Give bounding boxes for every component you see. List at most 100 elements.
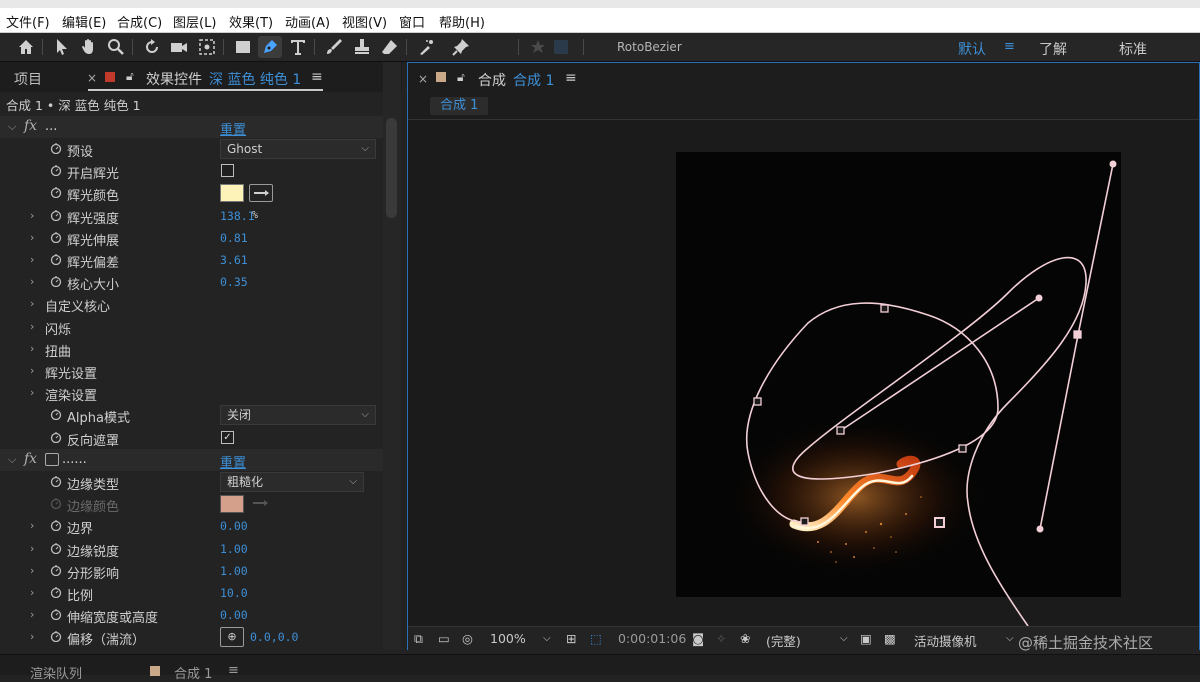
property-row[interactable]: › 伸缩宽度或高度 0.00: [0, 604, 384, 626]
region-of-interest-icon[interactable]: ▣: [860, 631, 872, 646]
menu-file[interactable]: 文件(F): [6, 12, 50, 31]
property-value[interactable]: 0.00: [220, 519, 248, 533]
color-swatch[interactable]: [220, 495, 244, 514]
property-row[interactable]: › 比例 10.0: [0, 582, 384, 604]
chevron-right-icon[interactable]: ›: [30, 253, 34, 266]
close-icon[interactable]: ×: [87, 71, 97, 85]
menu-view[interactable]: 视图(V): [342, 12, 387, 31]
camera-dropdown[interactable]: 活动摄像机: [914, 631, 977, 650]
crosshair-target-icon[interactable]: ⊕: [220, 627, 244, 648]
home-icon[interactable]: [14, 36, 38, 58]
toggle-mask-path-icon[interactable]: ⬚: [590, 631, 602, 646]
chevron-down-icon[interactable]: ⌵: [1006, 633, 1014, 644]
property-row[interactable]: 辉光颜色: [0, 182, 384, 204]
camera-snapshot-icon[interactable]: ◙: [692, 631, 704, 646]
property-value[interactable]: 3.61: [220, 253, 248, 267]
stopwatch-icon[interactable]: [50, 497, 62, 510]
stopwatch-icon[interactable]: [50, 231, 62, 243]
fx-icon[interactable]: fx: [24, 451, 37, 467]
roto-brush-tool-icon[interactable]: [414, 36, 438, 58]
stopwatch-icon[interactable]: [50, 164, 62, 177]
selection-tool-icon[interactable]: [50, 36, 74, 58]
property-row[interactable]: › 辉光强度 138.1%: [0, 205, 384, 227]
resolution-dropdown[interactable]: (完整): [766, 631, 801, 650]
chevron-right-icon[interactable]: ›: [30, 386, 34, 399]
zoom-dropdown[interactable]: 100%: [490, 631, 526, 646]
property-row[interactable]: 预设 Ghost ⌵: [0, 138, 384, 160]
property-row[interactable]: 反向遮罩 ✓: [0, 427, 384, 449]
channels-icon[interactable]: ❀: [740, 631, 750, 646]
stopwatch-icon[interactable]: [50, 542, 62, 554]
fx-icon[interactable]: fx: [24, 118, 37, 134]
chevron-right-icon[interactable]: ›: [30, 608, 34, 621]
chevron-right-icon[interactable]: ›: [30, 564, 34, 577]
reset-button-2[interactable]: 重置: [220, 452, 246, 471]
stopwatch-icon[interactable]: [50, 275, 62, 288]
chevron-right-icon[interactable]: ›: [30, 231, 34, 244]
stopwatch-icon[interactable]: [50, 519, 62, 532]
color-swatch[interactable]: [220, 184, 244, 203]
property-row[interactable]: › 核心大小 0.35: [0, 271, 384, 293]
chevron-right-icon[interactable]: ›: [30, 630, 34, 643]
property-value[interactable]: 138.1: [220, 209, 255, 223]
property-checkbox[interactable]: [221, 164, 234, 178]
rectangle-tool-icon[interactable]: [231, 36, 255, 58]
zoom-tool-icon[interactable]: [104, 36, 128, 58]
grid-icon[interactable]: ⊞: [566, 631, 576, 646]
property-value[interactable]: 0.00: [220, 608, 248, 622]
property-value[interactable]: 10.0: [220, 586, 248, 600]
tab-effect-controls-layer[interactable]: 深 蓝色 纯色 1: [209, 69, 301, 89]
puppet-pin-tool-icon[interactable]: [449, 36, 473, 58]
hand-tool-icon[interactable]: [77, 36, 101, 58]
property-row[interactable]: 开启辉光: [0, 160, 384, 182]
chevron-down-icon[interactable]: ⌵: [840, 633, 848, 644]
stopwatch-icon[interactable]: [50, 586, 62, 598]
tab-render-queue[interactable]: 渲染队列: [30, 663, 82, 682]
scrollbar-thumb[interactable]: [386, 118, 397, 218]
stopwatch-icon[interactable]: [50, 608, 62, 621]
tab-effect-controls[interactable]: 效果控件: [146, 69, 202, 89]
chevron-right-icon[interactable]: ›: [30, 209, 34, 222]
chevron-right-icon[interactable]: ›: [30, 542, 34, 555]
chevron-right-icon[interactable]: ›: [30, 275, 34, 288]
snapshot-icon[interactable]: ⧉: [414, 631, 423, 647]
property-row[interactable]: › 辉光偏差 3.61: [0, 249, 384, 271]
property-dropdown[interactable]: Ghost ⌵: [220, 139, 376, 159]
pan-behind-tool-icon[interactable]: [195, 36, 219, 58]
lock-icon[interactable]: 🔓︎: [126, 69, 134, 84]
camera-tool-icon[interactable]: [167, 36, 191, 58]
mask-path-overlay[interactable]: [408, 63, 1199, 626]
property-value[interactable]: 1.00: [220, 564, 248, 578]
chevron-right-icon[interactable]: ›: [30, 342, 34, 355]
workspace-menu-icon[interactable]: ≡: [1004, 39, 1015, 54]
property-row[interactable]: 边缘类型 粗糙化 ⌵: [0, 471, 384, 493]
menu-animation[interactable]: 动画(A): [285, 12, 330, 31]
property-row[interactable]: › 辉光设置: [0, 360, 384, 382]
menu-help[interactable]: 帮助(H): [439, 12, 485, 31]
property-row[interactable]: › 分形影响 1.00: [0, 560, 384, 582]
property-row[interactable]: › 渲染设置: [0, 382, 384, 404]
pen-tool-icon[interactable]: [258, 36, 282, 58]
menu-edit[interactable]: 编辑(E): [62, 12, 106, 31]
property-row[interactable]: › 闪烁: [0, 316, 384, 338]
chevron-down-icon[interactable]: ⌵: [8, 453, 16, 467]
tab-project[interactable]: 项目: [14, 69, 42, 89]
monitor-icon[interactable]: ▭: [438, 631, 450, 646]
property-row[interactable]: Alpha模式 关闭 ⌵: [0, 404, 384, 426]
stopwatch-icon[interactable]: [50, 186, 62, 199]
show-snapshot-icon[interactable]: ✧: [716, 631, 726, 646]
mask-vertices[interactable]: [753, 304, 1082, 528]
chevron-down-icon[interactable]: ⌵: [8, 120, 16, 134]
chevron-right-icon[interactable]: ›: [30, 364, 34, 377]
menu-effect[interactable]: 效果(T): [229, 12, 273, 31]
mask-path[interactable]: [746, 256, 1087, 626]
eyedropper-icon[interactable]: [249, 184, 273, 203]
property-checkbox[interactable]: ✓: [221, 430, 234, 444]
tab-comp-timeline[interactable]: 合成 1: [174, 663, 212, 682]
brush-tool-icon[interactable]: [322, 36, 346, 58]
panel-menu-icon[interactable]: ≡: [311, 69, 323, 85]
stopwatch-icon[interactable]: [50, 142, 62, 154]
stopwatch-icon[interactable]: [50, 431, 62, 443]
rotate-tool-icon[interactable]: [140, 36, 164, 58]
property-row[interactable]: › 边缘锐度 1.00: [0, 538, 384, 560]
